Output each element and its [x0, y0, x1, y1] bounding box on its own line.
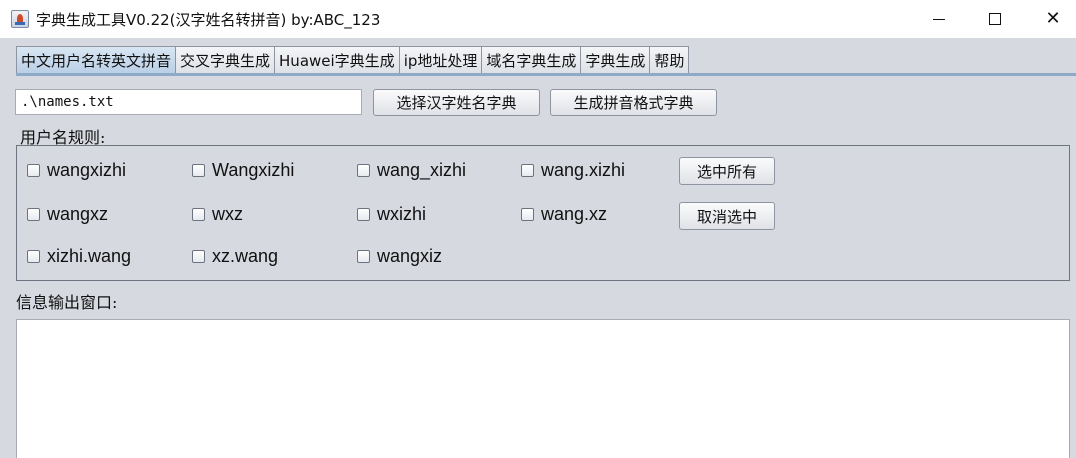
checkbox-icon[interactable]: [192, 208, 205, 221]
checkbox-label: Wangxizhi: [212, 160, 295, 180]
select-all-button[interactable]: 选中所有: [679, 157, 775, 185]
rule-checkbox-wangxizhi[interactable]: wangxizhi: [27, 160, 126, 181]
checkbox-icon[interactable]: [27, 164, 40, 177]
tab-domain-dictionary[interactable]: 域名字典生成: [481, 46, 582, 73]
minimize-icon: [933, 18, 945, 20]
checkbox-label: xizhi.wang: [47, 246, 132, 266]
rule-checkbox-xizhi-dot-wang[interactable]: xizhi.wang: [27, 246, 131, 267]
main-content: 中文用户名转英文拼音 交叉字典生成 Huawei字典生成 ip地址处理 域名字典…: [0, 38, 1076, 458]
tab-help[interactable]: 帮助: [649, 46, 690, 73]
rule-checkbox-wxz[interactable]: wxz: [192, 204, 243, 225]
java-app-icon: [11, 10, 29, 28]
checkbox-icon[interactable]: [27, 250, 40, 263]
close-icon: ✕: [1045, 8, 1061, 29]
deselect-all-button[interactable]: 取消选中: [679, 202, 775, 230]
close-button[interactable]: ✕: [1027, 0, 1076, 38]
output-text-area[interactable]: [16, 319, 1070, 458]
window-title: 字典生成工具V0.22(汉字姓名转拼音) by:ABC_123: [36, 11, 381, 29]
checkbox-icon[interactable]: [27, 208, 40, 221]
rule-checkbox-Wangxizhi[interactable]: Wangxizhi: [192, 160, 294, 181]
rule-checkbox-wang-dot-xizhi[interactable]: wang.xizhi: [521, 160, 625, 181]
checkbox-icon[interactable]: [357, 250, 370, 263]
checkbox-label: wang_xizhi: [377, 160, 467, 180]
title-bar: 字典生成工具V0.22(汉字姓名转拼音) by:ABC_123 ✕: [0, 0, 1076, 38]
tab-bar: 中文用户名转英文拼音 交叉字典生成 Huawei字典生成 ip地址处理 域名字典…: [16, 46, 690, 74]
rule-checkbox-wangxiz[interactable]: wangxiz: [357, 246, 442, 267]
rule-checkbox-wang-dot-xz[interactable]: wang.xz: [521, 204, 607, 225]
rule-checkbox-wang_xizhi[interactable]: wang_xizhi: [357, 160, 466, 181]
checkbox-icon[interactable]: [521, 164, 534, 177]
minimize-button[interactable]: [913, 0, 965, 38]
checkbox-label: wxizhi: [377, 204, 427, 224]
checkbox-label: wangxiz: [377, 246, 443, 266]
rule-checkbox-wangxz[interactable]: wangxz: [27, 204, 108, 225]
checkbox-icon[interactable]: [357, 164, 370, 177]
checkbox-label: xz.wang: [212, 246, 279, 266]
tab-underline: [16, 73, 1076, 76]
checkbox-label: wangxz: [47, 204, 109, 224]
choose-name-dictionary-button[interactable]: 选择汉字姓名字典: [373, 89, 540, 116]
rule-checkbox-wxizhi[interactable]: wxizhi: [357, 204, 426, 225]
checkbox-label: wangxizhi: [47, 160, 127, 180]
tab-dictionary-generate[interactable]: 字典生成: [580, 46, 651, 73]
output-window-label: 信息输出窗口:: [16, 293, 118, 312]
maximize-button[interactable]: [969, 0, 1021, 38]
tab-ip-processing[interactable]: ip地址处理: [398, 46, 483, 73]
dictionary-path-input[interactable]: [15, 89, 362, 115]
generate-pinyin-dictionary-button[interactable]: 生成拼音格式字典: [550, 89, 717, 116]
checkbox-icon[interactable]: [192, 250, 205, 263]
checkbox-icon[interactable]: [357, 208, 370, 221]
checkbox-label: wang.xizhi: [541, 160, 626, 180]
tab-cross-dictionary[interactable]: 交叉字典生成: [175, 46, 276, 73]
maximize-icon: [989, 13, 1001, 25]
checkbox-label: wang.xz: [541, 204, 608, 224]
checkbox-icon[interactable]: [192, 164, 205, 177]
checkbox-icon[interactable]: [521, 208, 534, 221]
tab-chinese-to-pinyin[interactable]: 中文用户名转英文拼音: [16, 46, 177, 74]
checkbox-label: wxz: [212, 204, 243, 224]
tab-huawei-dictionary[interactable]: Huawei字典生成: [274, 46, 400, 73]
rule-checkbox-xz-dot-wang[interactable]: xz.wang: [192, 246, 278, 267]
